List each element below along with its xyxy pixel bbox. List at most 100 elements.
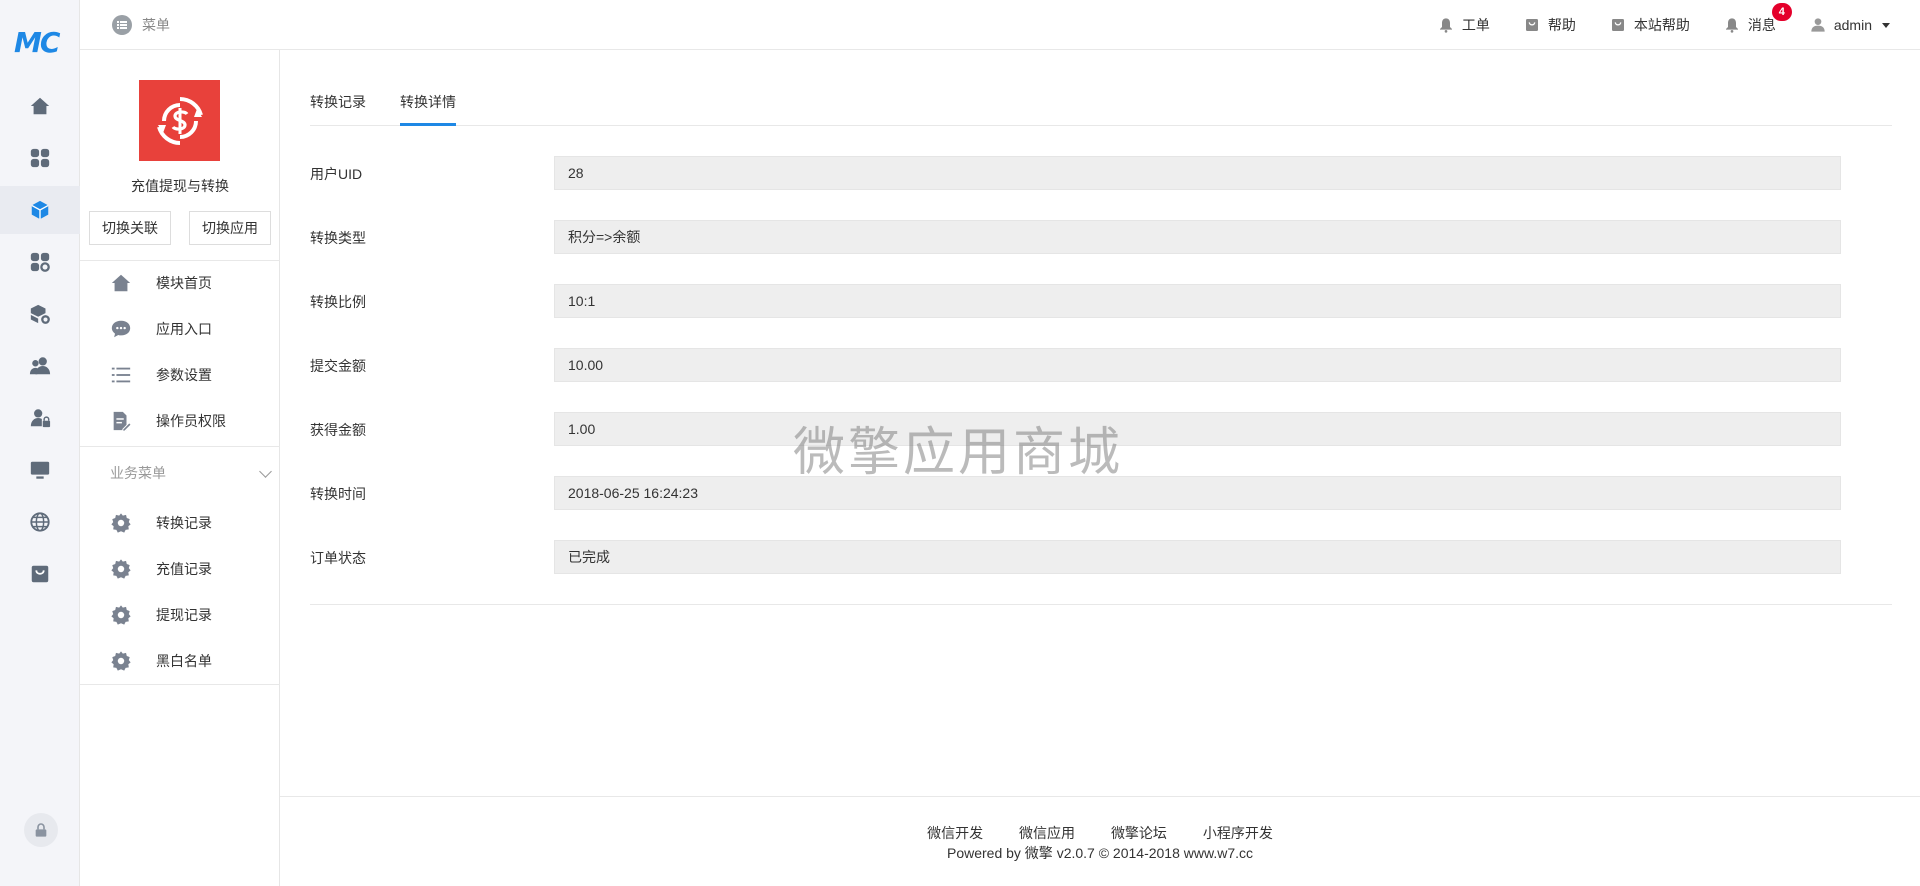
monitor-icon <box>30 461 50 479</box>
lock-button[interactable] <box>24 813 58 847</box>
rail-package[interactable] <box>0 290 80 338</box>
footer-link-wechat-apps[interactable]: 微信应用 <box>1019 825 1075 841</box>
list-icon <box>111 367 131 383</box>
sidebar-item-app-entry[interactable]: 应用入口 <box>80 306 280 352</box>
package-gear-icon <box>30 304 50 324</box>
currency-exchange-icon <box>156 96 203 145</box>
chat-icon <box>111 320 131 338</box>
field-user-uid: 用户UID 28 <box>310 156 1892 190</box>
bag-icon <box>1525 19 1538 31</box>
sidebar-item-operator-permissions[interactable]: 操作员权限 <box>80 398 280 444</box>
footer-link-forum[interactable]: 微擎论坛 <box>1111 825 1167 841</box>
rail-apps[interactable] <box>0 134 80 182</box>
lock-icon <box>35 823 47 837</box>
bell-icon <box>1725 18 1738 33</box>
home-icon <box>30 97 50 115</box>
nav-messages-label: 消息 <box>1747 17 1776 33</box>
top-header: 菜单 工单 帮助 本站帮助 消息 4 admin <box>80 0 1920 50</box>
rail-home[interactable] <box>0 82 80 130</box>
document-edit-icon <box>113 411 132 432</box>
sidebar-item-label: 操作员权限 <box>156 413 226 429</box>
module-sidebar: 充值提现与转换 切换关联 切换应用 模块首页 应用入口 参数设置 操作员权限 业… <box>80 50 280 886</box>
switch-link-button[interactable]: 切换关联 <box>89 211 171 245</box>
footer-link-wechat-dev[interactable]: 微信开发 <box>927 825 983 841</box>
user-menu[interactable]: admin <box>1810 17 1890 33</box>
field-label: 转换时间 <box>310 486 366 502</box>
store-bag-icon <box>31 565 49 583</box>
group-title: 业务菜单 <box>110 465 166 481</box>
username: admin <box>1833 17 1872 33</box>
rail-store[interactable] <box>0 550 80 598</box>
sidebar-item-label: 充值记录 <box>156 561 212 577</box>
footer: 微信开发 微信应用 微擎论坛 小程序开发 Powered by 微擎 v2.0.… <box>280 796 1920 886</box>
field-value: 1.00 <box>554 412 1841 446</box>
nav-help-label: 帮助 <box>1547 17 1576 33</box>
sidebar-item-label: 模块首页 <box>156 275 212 291</box>
rail-monitor[interactable] <box>0 446 80 494</box>
sidebar-item-module-home[interactable]: 模块首页 <box>80 260 280 306</box>
app-logo <box>139 80 220 161</box>
footer-link-miniprogram[interactable]: 小程序开发 <box>1203 825 1273 841</box>
chevron-down-icon <box>259 465 272 478</box>
tab-conversion-records[interactable]: 转换记录 <box>310 92 366 126</box>
rail-module-settings[interactable] <box>0 238 80 286</box>
nav-ticket[interactable]: 工单 <box>1438 15 1490 35</box>
gear-icon <box>111 605 131 625</box>
chevron-down-icon <box>1882 22 1890 28</box>
tab-conversion-details[interactable]: 转换详情 <box>400 92 456 126</box>
field-label: 转换类型 <box>310 230 366 246</box>
sidebar-item-withdraw-records[interactable]: 提现记录 <box>80 592 280 638</box>
sidebar-item-settings[interactable]: 参数设置 <box>80 352 280 398</box>
field-order-status: 订单状态 已完成 <box>310 540 1892 574</box>
field-conversion-type: 转换类型 积分=>余额 <box>310 220 1892 254</box>
menu-label: 菜单 <box>142 17 170 33</box>
sidebar-item-label: 黑白名单 <box>156 653 212 669</box>
business-menu-group[interactable]: 业务菜单 <box>110 463 272 483</box>
apps-gear-icon <box>30 252 50 272</box>
sidebar-item-label: 提现记录 <box>156 607 212 623</box>
gear-icon <box>111 513 131 533</box>
users-icon <box>29 357 51 375</box>
nav-help[interactable]: 帮助 <box>1524 15 1576 35</box>
tab-bar: 转换记录 转换详情 <box>310 74 1892 126</box>
field-label: 订单状态 <box>310 550 366 566</box>
app-name: 充值提现与转换 <box>131 178 229 194</box>
bag-icon <box>1611 19 1624 31</box>
sidebar-item-label: 转换记录 <box>156 515 212 531</box>
sidebar-item-conversion-records[interactable]: 转换记录 <box>80 500 280 546</box>
sidebar-item-label: 应用入口 <box>156 321 212 337</box>
field-label: 转换比例 <box>310 294 366 310</box>
divider <box>310 604 1892 605</box>
nav-ticket-label: 工单 <box>1461 17 1490 33</box>
sidebar-item-label: 参数设置 <box>156 367 212 383</box>
field-value: 28 <box>554 156 1841 190</box>
nav-messages[interactable]: 消息 4 <box>1724 3 1792 35</box>
footer-links: 微信开发 微信应用 微擎论坛 小程序开发 <box>280 823 1920 843</box>
menu-toggle[interactable]: 菜单 <box>112 15 170 35</box>
brand-logo[interactable]: MC <box>14 26 60 59</box>
field-submitted-amount: 提交金额 10.00 <box>310 348 1892 382</box>
bell-icon <box>1439 18 1452 33</box>
message-count-badge: 4 <box>1771 3 1792 21</box>
gear-icon <box>111 651 131 671</box>
sidebar-item-recharge-records[interactable]: 充值记录 <box>80 546 280 592</box>
apps-grid-icon <box>30 148 50 168</box>
rail-modules[interactable] <box>0 186 80 234</box>
header-nav: 工单 帮助 本站帮助 消息 4 admin <box>1404 0 1890 50</box>
switch-app-button[interactable]: 切换应用 <box>189 211 271 245</box>
rail-users[interactable] <box>0 342 80 390</box>
field-value: 10.00 <box>554 348 1841 382</box>
globe-icon <box>30 512 50 532</box>
field-value: 已完成 <box>554 540 1841 574</box>
rail-globe[interactable] <box>0 498 80 546</box>
sidebar-item-black-white-list[interactable]: 黑白名单 <box>80 638 280 684</box>
watermark: 微擎应用商城 <box>793 423 1124 483</box>
field-label: 获得金额 <box>310 422 366 438</box>
nav-site-help[interactable]: 本站帮助 <box>1610 15 1690 35</box>
field-value: 2018-06-25 16:24:23 <box>554 476 1841 510</box>
field-label: 提交金额 <box>310 358 366 374</box>
divider <box>80 446 280 447</box>
user-lock-icon <box>30 409 51 428</box>
field-conversion-ratio: 转换比例 10:1 <box>310 284 1892 318</box>
rail-user-lock[interactable] <box>0 394 80 442</box>
